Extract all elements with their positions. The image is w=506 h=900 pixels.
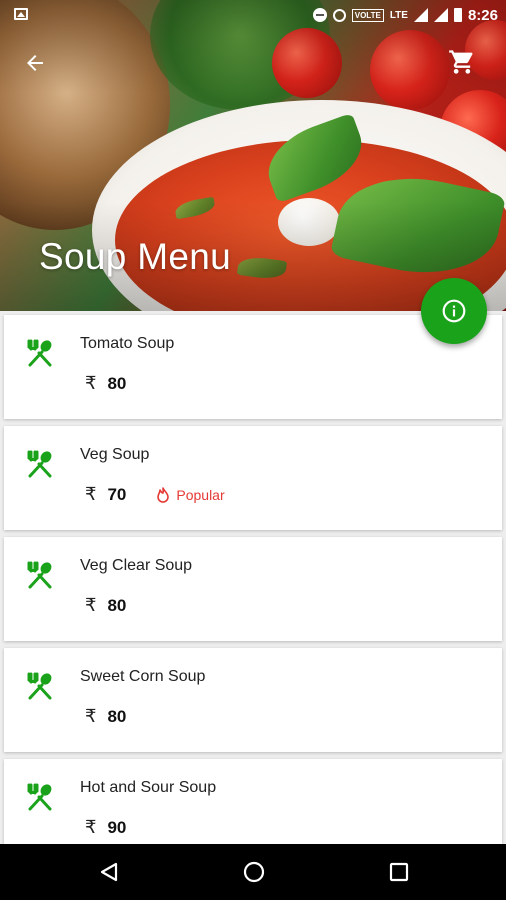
price-row: ₹ 80 xyxy=(85,373,126,394)
square-recents-icon xyxy=(389,862,409,882)
do-not-disturb-icon xyxy=(312,8,327,22)
currency-symbol: ₹ xyxy=(85,373,97,393)
item-price: 80 xyxy=(107,706,127,726)
clock: 8:26 xyxy=(467,6,498,24)
item-price: 70 xyxy=(107,484,127,504)
signal-icon-2 xyxy=(433,8,448,22)
menu-item-card[interactable]: Veg Clear Soup ₹ 80 xyxy=(4,537,502,641)
battery-icon xyxy=(453,8,462,22)
nav-home-button[interactable] xyxy=(240,858,268,886)
item-name: Tomato Soup xyxy=(80,335,175,352)
signal-icon xyxy=(413,8,428,22)
image-notification-icon xyxy=(14,8,28,20)
currency-symbol: ₹ xyxy=(85,484,97,504)
nav-back-button[interactable] xyxy=(95,858,123,886)
menu-item-card[interactable]: Hot and Sour Soup ₹ 90 xyxy=(4,759,502,844)
fork-spoon-icon xyxy=(27,450,52,478)
network-type: LTE xyxy=(389,9,408,21)
menu-item-card[interactable]: Veg Soup ₹ 70 Popular xyxy=(4,426,502,530)
popular-badge: Popular xyxy=(156,486,225,503)
price-row: ₹ 70 Popular xyxy=(85,484,225,505)
price-row: ₹ 80 xyxy=(85,595,126,616)
alarm-icon xyxy=(332,8,346,22)
info-button[interactable] xyxy=(421,278,487,344)
price-row: ₹ 90 xyxy=(85,817,126,838)
status-icons: VOLTE LTE 8:26 xyxy=(312,5,498,25)
popular-label: Popular xyxy=(176,486,225,503)
menu-list[interactable]: Tomato Soup ₹ 80 Veg Soup ₹ 70 Popular V… xyxy=(0,311,506,844)
price-row: ₹ 80 xyxy=(85,706,126,727)
currency-symbol: ₹ xyxy=(85,706,97,726)
info-icon xyxy=(442,299,466,323)
fork-spoon-icon xyxy=(27,783,52,811)
fork-spoon-icon xyxy=(27,339,52,367)
page-title: Soup Menu xyxy=(39,236,231,277)
shopping-cart-icon xyxy=(449,50,473,74)
currency-symbol: ₹ xyxy=(85,595,97,615)
volte-indicator: VOLTE xyxy=(351,8,384,22)
cart-button[interactable] xyxy=(446,46,478,78)
item-name: Veg Clear Soup xyxy=(80,557,193,574)
circle-home-icon xyxy=(243,861,265,883)
fork-spoon-icon xyxy=(27,561,52,589)
triangle-back-icon xyxy=(100,862,118,882)
nav-recents-button[interactable] xyxy=(385,858,413,886)
menu-item-card[interactable]: Sweet Corn Soup ₹ 80 xyxy=(4,648,502,752)
item-name: Veg Soup xyxy=(80,446,150,463)
item-name: Sweet Corn Soup xyxy=(80,668,206,685)
item-price: 80 xyxy=(107,373,127,393)
navigation-bar xyxy=(0,844,506,900)
back-button[interactable] xyxy=(20,48,50,78)
fire-icon xyxy=(157,486,170,503)
status-bar: VOLTE LTE 8:26 xyxy=(0,0,506,30)
item-price: 90 xyxy=(107,817,127,837)
arrow-back-icon xyxy=(27,55,43,71)
item-name: Hot and Sour Soup xyxy=(80,779,217,796)
currency-symbol: ₹ xyxy=(85,817,97,837)
fork-spoon-icon xyxy=(27,672,52,700)
item-price: 80 xyxy=(107,595,127,615)
